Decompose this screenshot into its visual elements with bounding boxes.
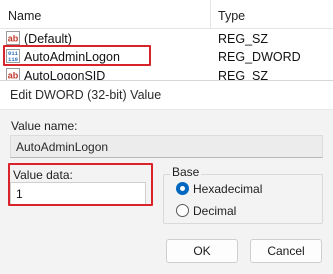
- decimal-label[interactable]: Decimal: [193, 204, 236, 218]
- decimal-radio[interactable]: [176, 204, 189, 217]
- base-group-label: Base: [170, 165, 202, 179]
- list-header: Name Type: [0, 0, 333, 29]
- value-name: AutoLogonSID: [24, 69, 106, 80]
- value-name: (Default): [24, 32, 72, 46]
- value-type: REG_SZ: [218, 69, 269, 80]
- value-type: REG_DWORD: [218, 50, 301, 64]
- column-header-type[interactable]: Type: [218, 9, 245, 23]
- column-divider[interactable]: [210, 0, 211, 29]
- registry-values-list: Name Type ab (Default) REG_SZ 011 110 Au…: [0, 0, 333, 84]
- string-value-icon: ab: [6, 31, 20, 45]
- dialog-title-bar[interactable]: Edit DWORD (32-bit) Value: [0, 81, 333, 110]
- svg-text:ab: ab: [8, 71, 19, 81]
- cancel-button[interactable]: Cancel: [250, 239, 322, 263]
- column-header-name[interactable]: Name: [8, 9, 41, 23]
- string-value-icon: ab: [6, 68, 20, 80]
- hexadecimal-radio[interactable]: [176, 182, 189, 195]
- hexadecimal-label[interactable]: Hexadecimal: [193, 182, 262, 196]
- value-name-label: Value name:: [11, 119, 78, 133]
- edit-dword-dialog: Edit DWORD (32-bit) Value Value name: Au…: [0, 80, 333, 274]
- svg-text:ab: ab: [8, 34, 19, 44]
- list-item[interactable]: ab AutoLogonSID REG_SZ: [0, 66, 333, 80]
- value-name-field: AutoAdminLogon: [10, 135, 323, 158]
- highlight-box-autoadminlogon: [3, 45, 151, 66]
- value-type: REG_SZ: [218, 32, 269, 46]
- value-name-text: AutoAdminLogon: [16, 140, 109, 154]
- value-data-input[interactable]: [10, 182, 146, 205]
- ok-button[interactable]: OK: [166, 239, 238, 263]
- value-data-label: Value data:: [13, 168, 73, 182]
- dialog-title: Edit DWORD (32-bit) Value: [10, 88, 162, 102]
